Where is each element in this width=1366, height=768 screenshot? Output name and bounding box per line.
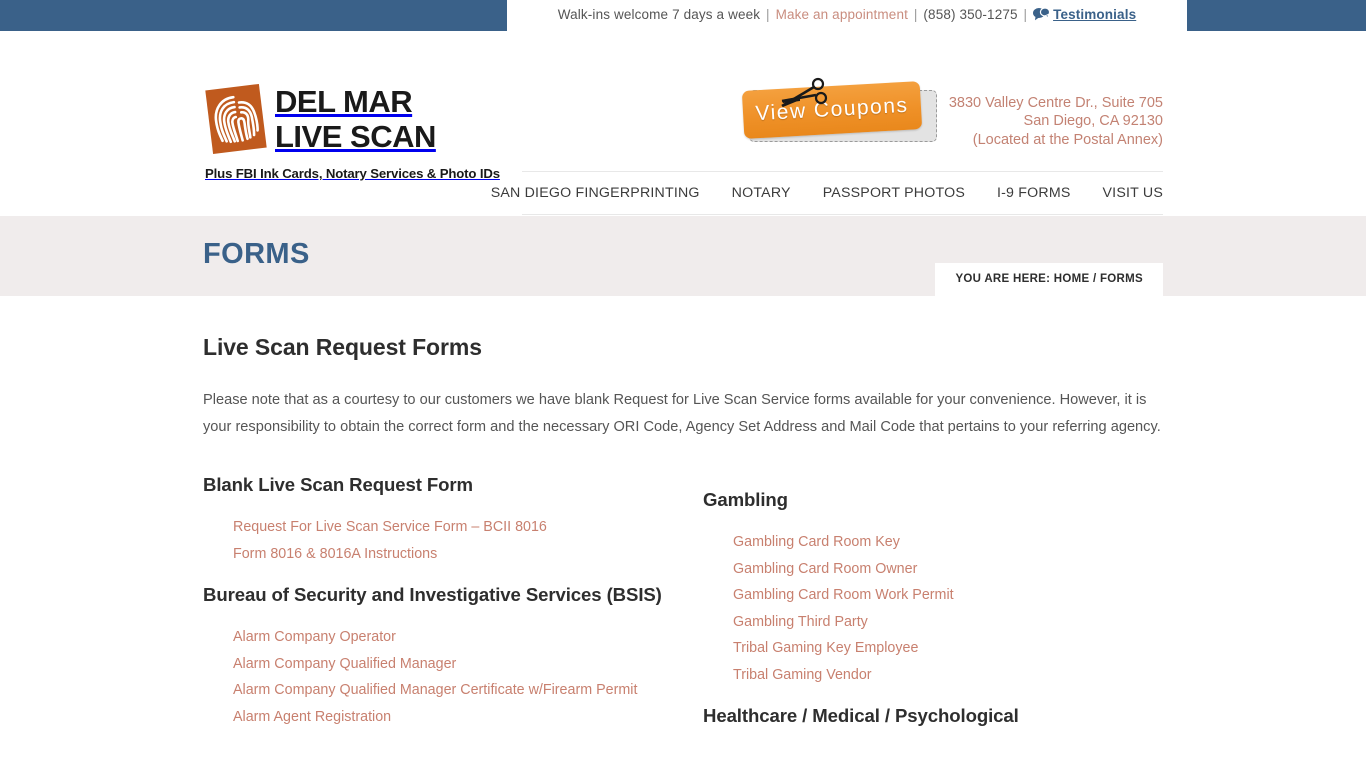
forms-column-left: Blank Live Scan Request Form Request For… <box>203 471 683 737</box>
forms-column-right: Gambling Gambling Card Room Key Gambling… <box>683 471 1163 737</box>
nav-item-san-diego-fingerprinting[interactable]: SAN DIEGO FINGERPRINTING <box>475 185 716 201</box>
list-item: Gambling Card Room Work Permit <box>733 582 1163 609</box>
list-item: Gambling Third Party <box>733 609 1163 636</box>
list-item: Gambling Card Room Key <box>733 529 1163 556</box>
nav-item-visit-us[interactable]: VISIT US <box>1087 185 1163 201</box>
intro-paragraph: Please note that as a courtesy to our cu… <box>203 392 1161 435</box>
top-utility-bar: Walk-ins welcome 7 days a week | Make an… <box>0 0 1366 31</box>
address-line-3: (Located at the Postal Annex) <box>972 131 1163 148</box>
site-logo[interactable]: DEL MAR LIVE SCAN Plus FBI Ink Cards, No… <box>205 79 500 181</box>
link-list-blank-live-scan: Request For Live Scan Service Form – BCI… <box>203 506 683 567</box>
scissors-icon <box>776 76 830 110</box>
form-link[interactable]: Gambling Third Party <box>733 614 868 630</box>
fingerprint-icon <box>205 83 267 155</box>
site-header: DEL MAR LIVE SCAN Plus FBI Ink Cards, No… <box>0 31 1366 216</box>
separator: | <box>913 7 918 22</box>
page-title: FORMS <box>203 238 310 270</box>
form-link[interactable]: Gambling Card Room Key <box>733 534 900 550</box>
form-link[interactable]: Alarm Company Qualified Manager Certific… <box>233 682 637 698</box>
list-item: Form 8016 & 8016A Instructions <box>233 541 683 568</box>
nav-item-notary[interactable]: NOTARY <box>716 185 807 201</box>
group-heading-gambling: Gambling <box>703 489 788 510</box>
testimonials-link[interactable]: Testimonials <box>1033 7 1136 22</box>
list-item: Tribal Gaming Key Employee <box>733 635 1163 662</box>
form-link[interactable]: Tribal Gaming Key Employee <box>733 640 918 656</box>
link-list-gambling: Gambling Card Room Key Gambling Card Roo… <box>703 521 1163 688</box>
logo-line-2: LIVE SCAN <box>275 119 436 154</box>
list-item: Gambling Card Room Owner <box>733 556 1163 583</box>
page-banner: FORMS YOU ARE HERE: HOME / FORMS <box>0 216 1366 299</box>
speech-bubbles-icon <box>1033 7 1051 24</box>
phone-number: (858) 350-1275 <box>923 7 1018 22</box>
list-item: Request For Live Scan Service Form – BCI… <box>233 514 683 541</box>
address-line-1: 3830 Valley Centre Dr., Suite 705 <box>948 95 1163 111</box>
forms-columns: Blank Live Scan Request Form Request For… <box>203 471 1163 737</box>
nav-item-i9-forms[interactable]: I-9 FORMS <box>981 185 1087 201</box>
coupon-button-face: View Coupons <box>741 81 923 139</box>
list-item: Alarm Company Operator <box>233 624 683 651</box>
business-address: 3830 Valley Centre Dr., Suite 705 San Di… <box>949 94 1163 149</box>
make-appointment-link[interactable]: Make an appointment <box>776 7 908 22</box>
form-link[interactable]: Form 8016 & 8016A Instructions <box>233 546 437 562</box>
top-utility-content: Walk-ins welcome 7 days a week | Make an… <box>558 7 1136 24</box>
address-line-2: San Diego, CA 92130 <box>1023 113 1163 130</box>
form-link[interactable]: Gambling Card Room Owner <box>733 561 917 577</box>
hours-text: Walk-ins welcome 7 days a week <box>557 7 761 22</box>
primary-navigation: SAN DIEGO FINGERPRINTING NOTARY PASSPORT… <box>491 171 1163 215</box>
group-heading-bsis: Bureau of Security and Investigative Ser… <box>203 584 662 605</box>
list-item: Alarm Company Qualified Manager <box>233 651 683 678</box>
breadcrumb: YOU ARE HERE: HOME / FORMS <box>935 263 1163 299</box>
logo-line-1: DEL MAR <box>275 84 413 119</box>
form-link[interactable]: Alarm Agent Registration <box>233 709 391 725</box>
list-item: Alarm Company Qualified Manager Certific… <box>233 677 683 704</box>
form-link[interactable]: Gambling Card Room Work Permit <box>733 587 954 603</box>
logo-tagline: Plus FBI Ink Cards, Notary Services & Ph… <box>205 166 500 181</box>
separator: | <box>1023 7 1028 22</box>
logo-row: DEL MAR LIVE SCAN <box>205 79 495 155</box>
main-content: Live Scan Request Forms Please note that… <box>200 296 1166 737</box>
separator: | <box>766 7 770 22</box>
content-inner: Live Scan Request Forms Please note that… <box>200 334 1166 737</box>
top-utility-bar-center: Walk-ins welcome 7 days a week | Make an… <box>507 0 1187 31</box>
content-heading: Live Scan Request Forms <box>203 334 482 360</box>
form-link[interactable]: Alarm Company Operator <box>233 629 396 645</box>
page-banner-inner: FORMS YOU ARE HERE: HOME / FORMS <box>200 216 1166 299</box>
list-item: Alarm Agent Registration <box>233 704 683 731</box>
form-link[interactable]: Alarm Company Qualified Manager <box>233 656 456 672</box>
group-heading-healthcare: Healthcare / Medical / Psychological <box>703 705 1019 726</box>
view-coupons-button[interactable]: View Coupons <box>740 76 940 146</box>
nav-item-passport-photos[interactable]: PASSPORT PHOTOS <box>807 185 981 201</box>
testimonials-label: Testimonials <box>1053 7 1137 22</box>
logo-wordmark: DEL MAR LIVE SCAN <box>275 79 436 154</box>
link-list-bsis: Alarm Company Operator Alarm Company Qua… <box>203 616 683 730</box>
form-link[interactable]: Tribal Gaming Vendor <box>733 667 872 683</box>
form-link[interactable]: Request For Live Scan Service Form – BCI… <box>233 519 547 535</box>
list-item: Tribal Gaming Vendor <box>733 662 1163 689</box>
group-heading-blank-live-scan: Blank Live Scan Request Form <box>203 474 473 495</box>
